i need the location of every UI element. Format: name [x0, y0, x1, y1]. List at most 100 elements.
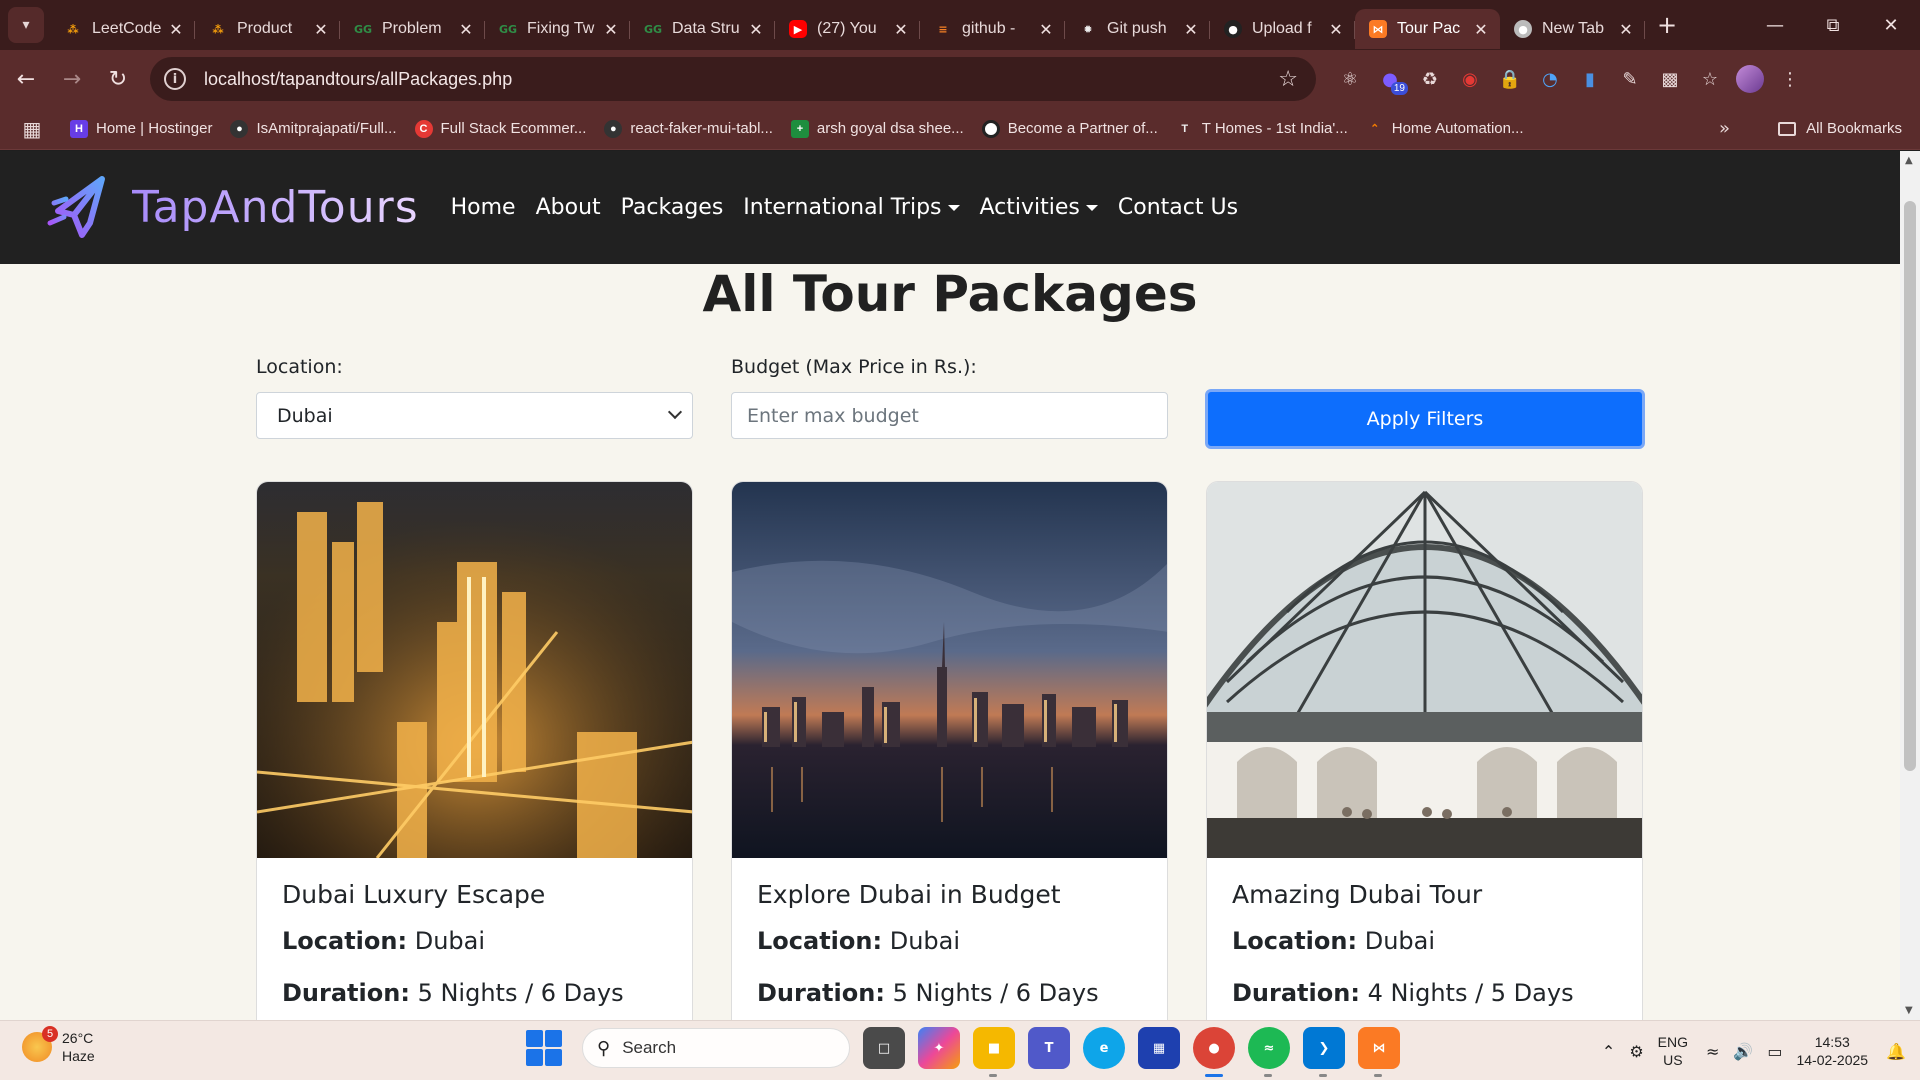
package-card[interactable]: Amazing Dubai Tour Location: Dubai Durat… — [1206, 481, 1643, 1020]
tab-git-push[interactable]: ✹ Git push ✕ — [1065, 9, 1210, 49]
tab-data-structures[interactable]: GG Data Stru ✕ — [630, 9, 775, 49]
language-indicator[interactable]: ENG US — [1658, 1033, 1688, 1069]
page-scrollbar[interactable]: ▲ ▼ — [1900, 151, 1920, 1020]
recycle-icon[interactable]: ♻ — [1410, 59, 1450, 99]
reading-list-icon[interactable]: ☆ — [1690, 59, 1730, 99]
url-text[interactable]: localhost/tapandtours/allPackages.php — [204, 69, 512, 90]
bookmark-dsa-sheet[interactable]: + arsh goyal dsa shee... — [790, 119, 964, 138]
bookmark-full-stack[interactable]: C Full Stack Ecommer... — [414, 119, 586, 138]
nav-international-trips[interactable]: International Trips — [743, 195, 960, 220]
nav-packages[interactable]: Packages — [621, 195, 724, 220]
close-icon[interactable]: ✕ — [1327, 20, 1345, 39]
scroll-down-icon[interactable]: ▼ — [1905, 1005, 1913, 1016]
tab-leetcode[interactable]: ⁂ LeetCode ✕ — [50, 9, 195, 49]
more-menu-icon[interactable]: ⋮ — [1770, 59, 1810, 99]
taskbar-search[interactable]: ⚲ Search — [582, 1028, 850, 1068]
close-icon[interactable]: ✕ — [1472, 20, 1490, 39]
document-icon[interactable]: ▮ — [1570, 59, 1610, 99]
wifi-icon[interactable]: ≈ — [1706, 1042, 1719, 1061]
nav-home[interactable]: Home — [451, 195, 516, 220]
close-icon[interactable]: ✕ — [1037, 20, 1055, 39]
tab-new-tab[interactable]: ● New Tab ✕ — [1500, 9, 1645, 49]
brand-link[interactable]: TapAndTours — [44, 173, 419, 243]
windows-start-icon[interactable] — [526, 1030, 562, 1066]
site-info-icon[interactable]: i — [164, 68, 186, 90]
clock[interactable]: 14:53 14-02-2025 — [1796, 1033, 1868, 1069]
red-circle-icon: C — [414, 119, 433, 138]
store-icon[interactable]: ▦ — [1138, 1027, 1180, 1069]
package-title: Explore Dubai in Budget — [757, 880, 1061, 909]
location-select[interactable]: Dubai — [256, 392, 693, 439]
close-icon[interactable]: ✕ — [1617, 20, 1635, 39]
tab-search-button[interactable]: ▾ — [8, 7, 44, 43]
chevron-double-right-icon[interactable]: » — [1719, 118, 1730, 139]
chevron-up-icon[interactable]: ⌃ — [1602, 1042, 1615, 1061]
bookmark-t-homes[interactable]: TT Homes - 1st India'... — [1176, 120, 1347, 138]
puzzle-icon[interactable]: ▩ — [1650, 59, 1690, 99]
chrome-icon[interactable]: ● — [1193, 1027, 1235, 1077]
budget-input[interactable]: Enter max budget — [731, 392, 1168, 439]
vscode-icon[interactable]: ❯ — [1303, 1027, 1345, 1077]
apply-filters-button[interactable]: Apply Filters — [1205, 389, 1645, 449]
profile-avatar[interactable] — [1730, 59, 1770, 99]
minimize-icon[interactable]: — — [1746, 0, 1804, 50]
scroll-up-icon[interactable]: ▲ — [1905, 155, 1913, 166]
reload-button[interactable]: ↻ — [98, 59, 138, 99]
notification-bell-icon[interactable]: 🔔 — [1886, 1042, 1906, 1061]
tab-upload[interactable]: ● Upload f ✕ — [1210, 9, 1355, 49]
spotify-icon[interactable]: ≈ — [1248, 1027, 1290, 1077]
package-card[interactable]: Dubai Luxury Escape Location: Dubai Dura… — [256, 481, 693, 1020]
geeksforgeeks-icon: GG — [643, 22, 663, 36]
weather-widget[interactable]: 5 26°C Haze — [22, 1026, 95, 1065]
bookmark-github-full[interactable]: ● IsAmitprajapati/Full... — [230, 119, 397, 138]
bookmark-home-automation[interactable]: ⌃ Home Automation... — [1366, 120, 1523, 138]
restore-icon[interactable]: ⧉ — [1804, 0, 1862, 50]
tab-github-search[interactable]: ≡ github - ✕ — [920, 9, 1065, 49]
battery-icon[interactable]: ▭ — [1767, 1042, 1782, 1061]
bookmark-hostinger[interactable]: H Home | Hostinger — [70, 119, 212, 138]
address-bar[interactable]: i localhost/tapandtours/allPackages.php … — [150, 57, 1316, 101]
window-close-icon[interactable]: ✕ — [1862, 0, 1920, 50]
close-icon[interactable]: ✕ — [602, 20, 620, 39]
package-card[interactable]: Explore Dubai in Budget Location: Dubai … — [731, 481, 1168, 1020]
eyedropper-icon[interactable]: ✎ — [1610, 59, 1650, 99]
tab-fixing[interactable]: GG Fixing Tw ✕ — [485, 9, 630, 49]
nav-activities[interactable]: Activities — [980, 195, 1098, 220]
close-icon[interactable]: ✕ — [892, 20, 910, 39]
tab-product[interactable]: ⁂ Product ✕ — [195, 9, 340, 49]
edge-icon[interactable]: e — [1083, 1027, 1125, 1069]
all-bookmarks-button[interactable]: All Bookmarks — [1778, 120, 1902, 137]
close-icon[interactable]: ✕ — [747, 20, 765, 39]
task-view-icon[interactable]: □ — [863, 1027, 905, 1069]
tab-youtube[interactable]: ▶ (27) You ✕ — [775, 9, 920, 49]
back-button[interactable]: ← — [6, 59, 46, 99]
close-icon[interactable]: ✕ — [312, 20, 330, 39]
copilot-icon[interactable]: ✦ — [918, 1027, 960, 1069]
xampp-icon[interactable]: ⋈ — [1358, 1027, 1400, 1077]
react-devtools-icon[interactable]: ⚛ — [1330, 59, 1370, 99]
t-homes-icon: T — [1181, 122, 1189, 135]
nav-about[interactable]: About — [536, 195, 601, 220]
teams-icon[interactable]: T — [1028, 1027, 1070, 1069]
bookmark-react-faker[interactable]: ● react-faker-mui-tabl... — [604, 119, 773, 138]
bookmark-star-icon[interactable]: ☆ — [1278, 67, 1298, 92]
scrollbar-thumb[interactable] — [1904, 201, 1916, 771]
tab-tour-packages[interactable]: ⋈ Tour Pac ✕ — [1355, 9, 1500, 49]
extension-badge-icon[interactable]: ● 19 — [1370, 59, 1410, 99]
file-explorer-icon[interactable]: ■ — [973, 1027, 1015, 1077]
lock-icon[interactable]: 🔒 — [1490, 59, 1530, 99]
speed-icon[interactable]: ◔ — [1530, 59, 1570, 99]
forward-button[interactable]: → — [52, 59, 92, 99]
new-tab-button[interactable]: + — [1649, 7, 1685, 43]
volume-icon[interactable]: 🔊 — [1733, 1042, 1753, 1061]
pokeball-icon[interactable]: ◉ — [1450, 59, 1490, 99]
bookmark-partner[interactable]: Become a Partner of... — [981, 119, 1158, 138]
nav-contact-us[interactable]: Contact Us — [1118, 195, 1238, 220]
tab-problem[interactable]: GG Problem ✕ — [340, 9, 485, 49]
network-alert-icon[interactable]: ⚙ — [1629, 1042, 1643, 1061]
close-icon[interactable]: ✕ — [1182, 20, 1200, 39]
taskbar-apps: ⚲ Search □ ✦ ■ T e ▦ ● ≈ ❯ ⋈ — [526, 1027, 1400, 1077]
close-icon[interactable]: ✕ — [457, 20, 475, 39]
apps-grid-icon[interactable]: ▦ — [12, 109, 52, 149]
close-icon[interactable]: ✕ — [167, 20, 185, 39]
